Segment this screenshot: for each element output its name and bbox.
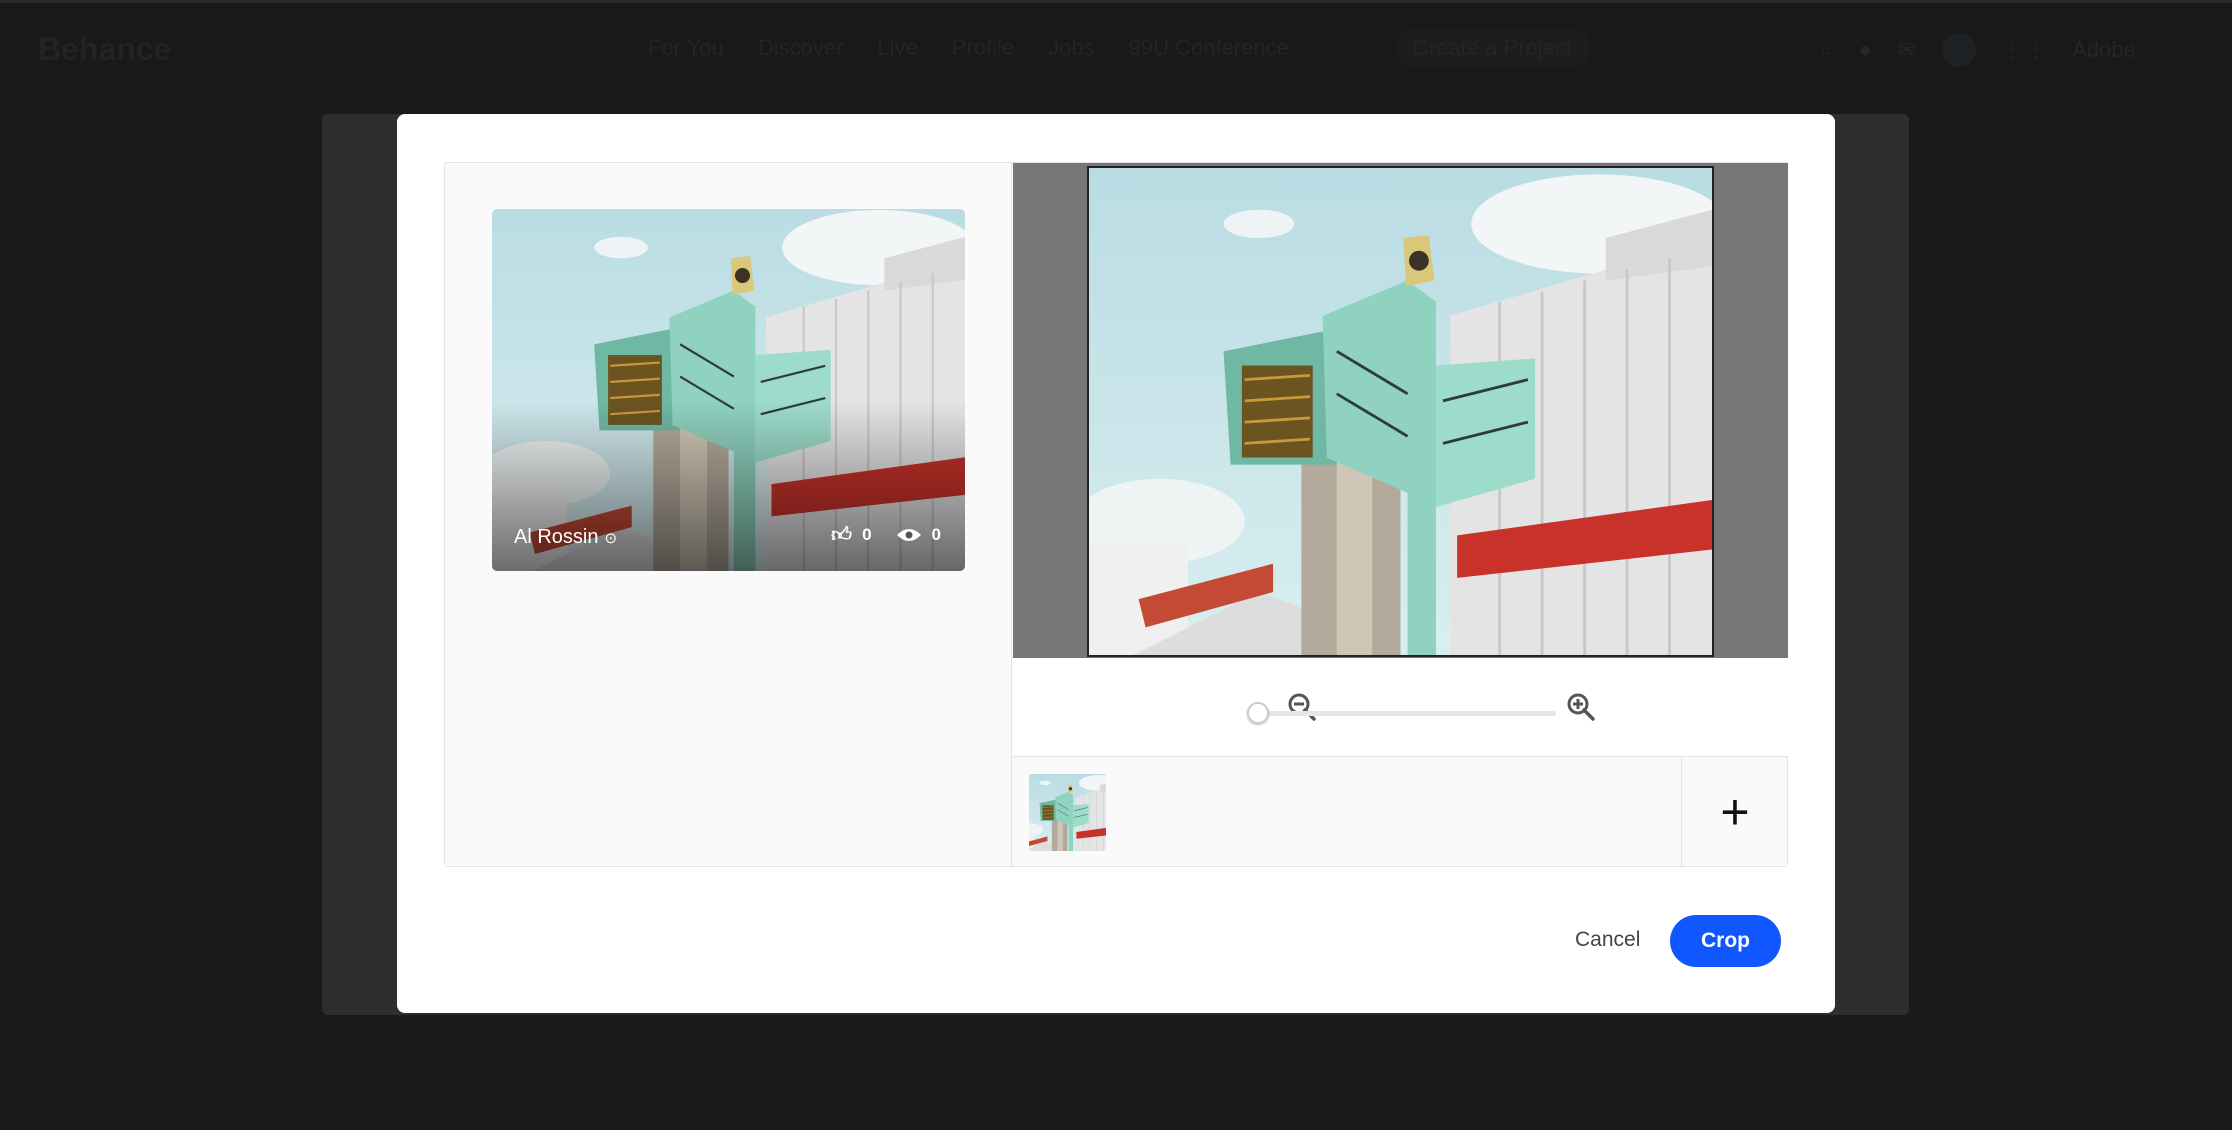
zoom-in-icon[interactable] [1566,692,1596,722]
nav-link-for-you[interactable]: For You [648,35,724,61]
search-icon[interactable]: ⌕ [1820,37,1832,63]
image-strip: + [1013,758,1788,866]
zoom-controls [1013,658,1788,757]
project-cover-preview: Al Rossin ⊙ 👍︎ 0 0 [492,209,965,571]
create-project-button[interactable]: Create a Project [1395,29,1590,67]
zoom-out-icon[interactable] [1287,692,1317,722]
nav-right: ⌕ ● ✉ ⋮⋮ Adobe [1820,33,2136,67]
cancel-button[interactable]: Cancel [1575,928,1640,952]
owner-info: Al Rossin ⊙ [514,526,617,549]
preview-pane: Al Rossin ⊙ 👍︎ 0 0 [445,163,1012,866]
crop-selection[interactable] [1087,166,1714,657]
crop-panel: Al Rossin ⊙ 👍︎ 0 0 + [444,162,1788,867]
crop-canvas[interactable] [1013,163,1788,658]
top-navigation: Behance For You Discover Live Profile Jo… [0,0,2232,93]
views-count: 0 [931,525,941,544]
thumbs-up-icon: 👍︎ [831,524,853,546]
add-image-button[interactable]: + [1681,758,1788,866]
zoom-slider-track[interactable] [1258,711,1556,716]
cover-stats: 👍︎ 0 0 [831,523,941,547]
apps-grid-icon[interactable]: ⋮⋮ [2002,37,2046,63]
crop-modal: Al Rossin ⊙ 👍︎ 0 0 + Cancel Crop [397,114,1835,1013]
nav-links: For You Discover Live Profile Jobs 99U C… [648,35,1289,61]
image-thumbnail[interactable] [1029,774,1106,851]
owner-name: Al Rossin [514,526,599,548]
zoom-slider-handle[interactable] [1247,702,1269,724]
message-icon[interactable]: ✉ [1898,37,1916,63]
nav-link-live[interactable]: Live [877,35,917,61]
owner-badge-icon: ⊙ [604,529,618,547]
crop-button[interactable]: Crop [1670,915,1781,967]
adobe-link[interactable]: Adobe [2072,37,2136,63]
thumbnail-image [1029,774,1106,851]
nav-link-99u[interactable]: 99U Conference [1129,35,1289,61]
bell-icon[interactable]: ● [1858,37,1871,63]
nav-link-profile[interactable]: Profile [952,35,1014,61]
plus-icon: + [1720,784,1750,840]
behance-logo[interactable]: Behance [38,31,171,68]
appreciations-count: 0 [862,525,872,544]
eye-icon [896,529,921,541]
nav-link-discover[interactable]: Discover [758,35,844,61]
nav-link-jobs[interactable]: Jobs [1048,35,1094,61]
crop-image [1089,168,1712,655]
avatar[interactable] [1942,33,1977,67]
